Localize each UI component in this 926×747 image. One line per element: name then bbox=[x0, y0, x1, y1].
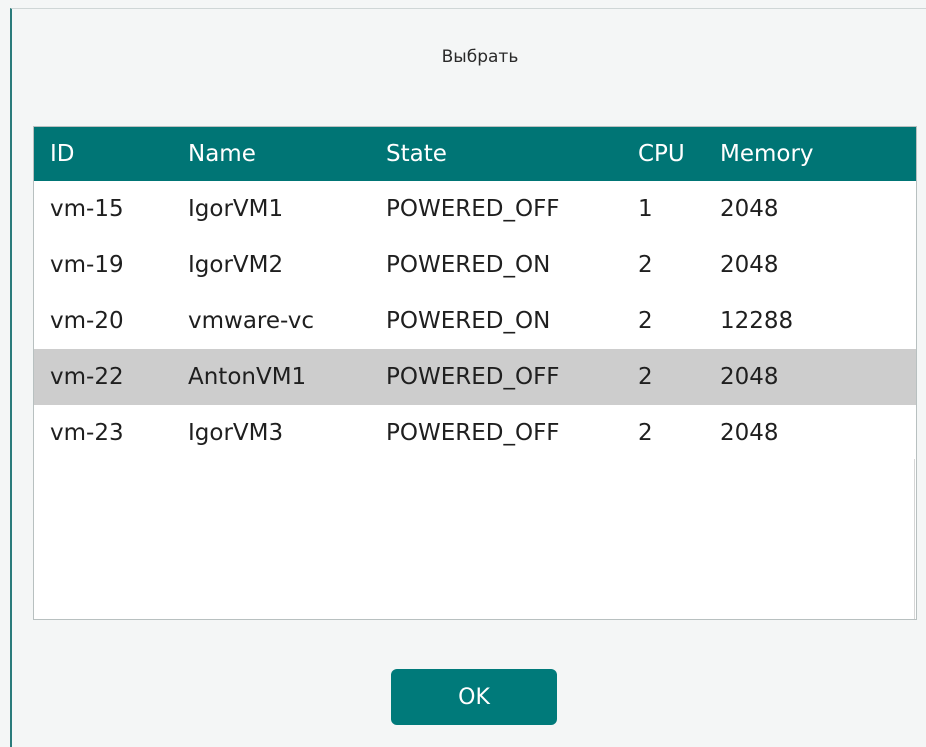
cell-cpu: 2 bbox=[638, 420, 653, 446]
table-header: ID Name State CPU Memory bbox=[34, 127, 916, 181]
cell-name: IgorVM3 bbox=[188, 420, 284, 446]
cell-name: vmware-vc bbox=[188, 308, 314, 334]
cell-state: POWERED_ON bbox=[386, 308, 551, 334]
cell-name: IgorVM2 bbox=[188, 252, 284, 278]
cell-state: POWERED_OFF bbox=[386, 196, 560, 222]
cell-id: vm-22 bbox=[50, 364, 124, 390]
cell-id: vm-19 bbox=[50, 252, 124, 278]
cell-cpu: 2 bbox=[638, 364, 653, 390]
table-body: vm-15 IgorVM1 POWERED_OFF 1 2048 vm-19 I… bbox=[34, 181, 916, 461]
cell-memory: 2048 bbox=[720, 364, 779, 390]
cell-id: vm-23 bbox=[50, 420, 124, 446]
table-row[interactable]: vm-20 vmware-vc POWERED_ON 2 12288 bbox=[34, 293, 916, 349]
column-header-memory[interactable]: Memory bbox=[720, 127, 814, 181]
cell-cpu: 2 bbox=[638, 252, 653, 278]
column-header-state[interactable]: State bbox=[386, 127, 447, 181]
table-row[interactable]: vm-15 IgorVM1 POWERED_OFF 1 2048 bbox=[34, 181, 916, 237]
cell-memory: 2048 bbox=[720, 420, 779, 446]
cell-cpu: 1 bbox=[638, 196, 653, 222]
ok-button[interactable]: OK bbox=[391, 669, 557, 725]
column-header-name[interactable]: Name bbox=[188, 127, 256, 181]
cell-state: POWERED_OFF bbox=[386, 364, 560, 390]
table-row[interactable]: vm-19 IgorVM2 POWERED_ON 2 2048 bbox=[34, 237, 916, 293]
cell-cpu: 2 bbox=[638, 308, 653, 334]
cell-id: vm-20 bbox=[50, 308, 124, 334]
cell-memory: 2048 bbox=[720, 196, 779, 222]
select-dialog: Выбрать ID Name State CPU Memory vm-15 I… bbox=[10, 8, 926, 747]
table-row-selected[interactable]: vm-22 AntonVM1 POWERED_OFF 2 2048 bbox=[34, 349, 916, 405]
dialog-title: Выбрать bbox=[441, 47, 519, 67]
column-divider bbox=[914, 459, 915, 619]
cell-state: POWERED_ON bbox=[386, 252, 551, 278]
table-row[interactable]: vm-23 IgorVM3 POWERED_OFF 2 2048 bbox=[34, 405, 916, 461]
cell-name: AntonVM1 bbox=[188, 364, 307, 390]
column-header-id[interactable]: ID bbox=[50, 127, 75, 181]
cell-state: POWERED_OFF bbox=[386, 420, 560, 446]
vm-table: ID Name State CPU Memory vm-15 IgorVM1 P… bbox=[33, 126, 917, 620]
cell-memory: 2048 bbox=[720, 252, 779, 278]
cell-id: vm-15 bbox=[50, 196, 124, 222]
cell-name: IgorVM1 bbox=[188, 196, 284, 222]
cell-memory: 12288 bbox=[720, 308, 794, 334]
column-header-cpu[interactable]: CPU bbox=[638, 127, 685, 181]
